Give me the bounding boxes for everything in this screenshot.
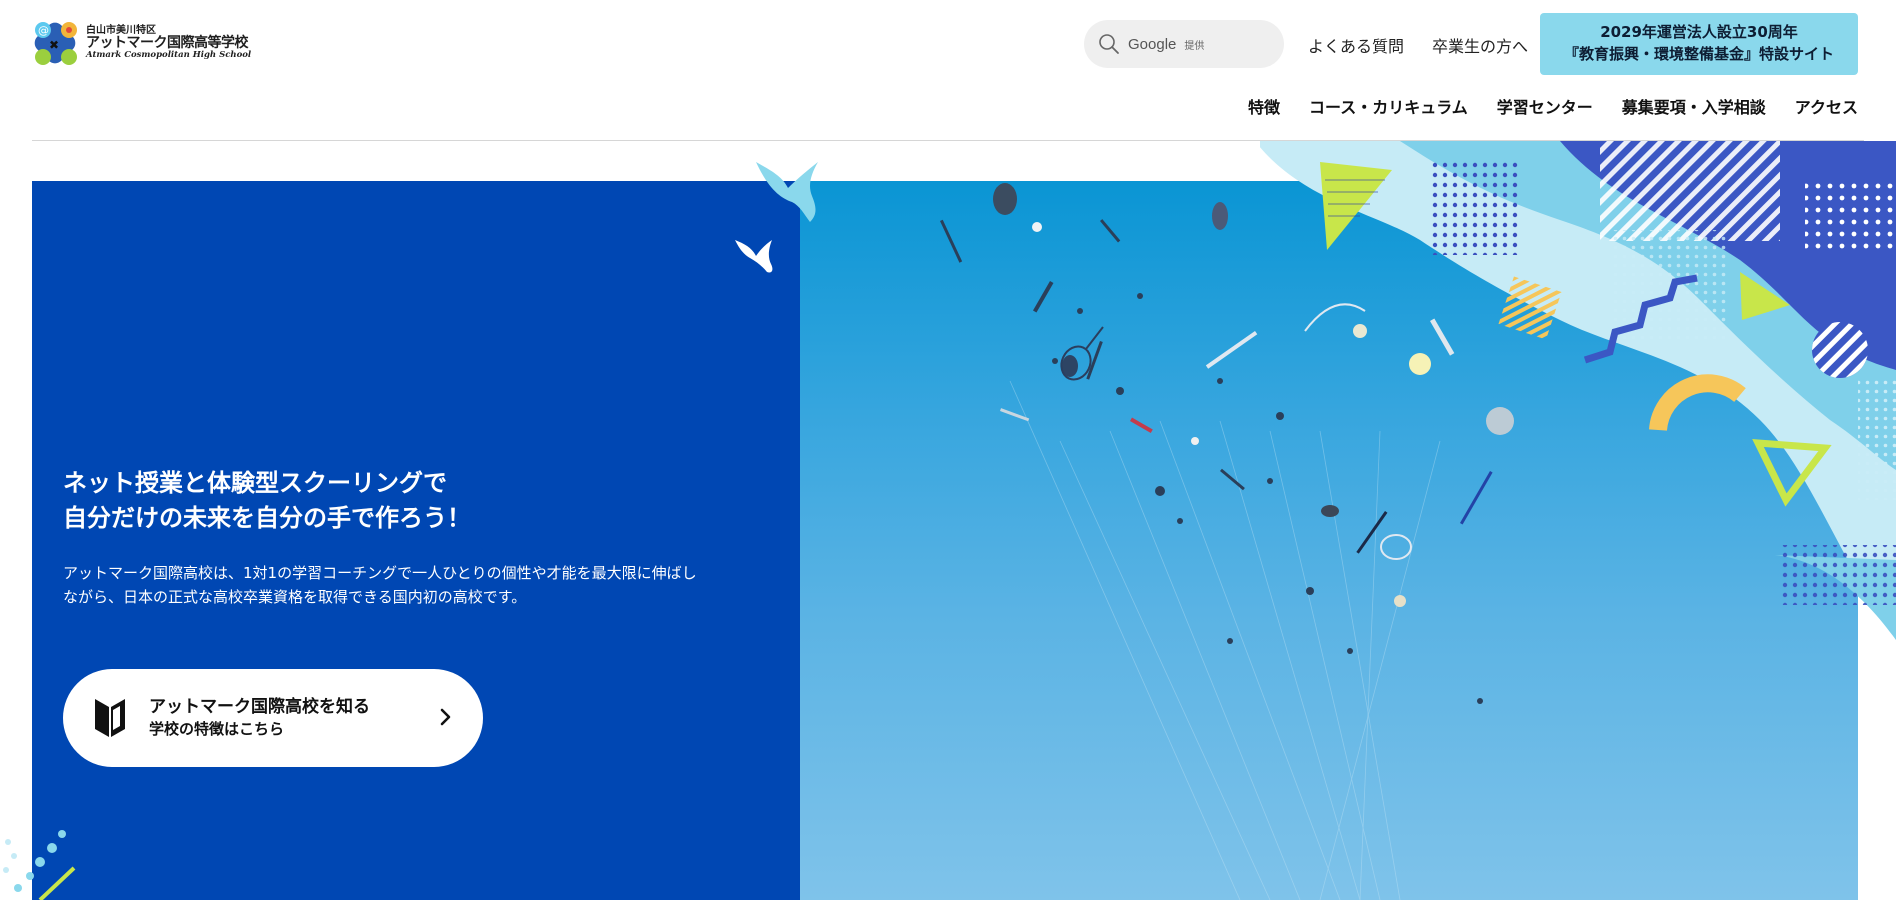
nav-learning-center[interactable]: 学習センター [1497,94,1593,118]
hero-description-line1: アットマーク国際高校は、1対1の学習コーチングで一人ひとりの個性や才能を最大限に… [63,564,697,582]
global-nav: 特徴 コース・カリキュラム 学習センター 募集要項・入学相談 アクセス [1248,94,1858,118]
header-divider [32,140,1864,141]
beginner-mark-icon [95,699,125,737]
anniversary-fund-button[interactable]: 2029年運営法人設立30周年 『教育振興・環境整備基金』特設サイト [1540,13,1858,75]
hero-headline-line2: 自分だけの未来を自分の手で作ろう！ [63,503,471,532]
search-provider-brand: Google [1128,35,1177,53]
logo-english-name: Atmark Cosmopolitan High School [86,50,252,61]
learn-about-school-button[interactable]: アットマーク国際高校を知る 学校の特徴はこちら [63,669,483,767]
anniversary-fund-line2: 『教育振興・環境整備基金』特設サイト [1563,45,1834,63]
site-search-box[interactable]: Google 提供 [1084,20,1284,68]
faq-link[interactable]: よくある質問 [1308,33,1404,57]
cta-subtitle: 学校の特徴はこちら [149,720,285,739]
nav-course-curriculum[interactable]: コース・カリキュラム [1309,94,1468,118]
logo-school-name: アットマーク国際高等学校 [86,35,249,52]
search-provided-label: 提供 [1184,40,1205,52]
hero-image [800,181,1858,900]
svg-text:✖: ✖ [49,38,59,52]
hero-flying-items-illustration [939,183,1514,900]
svg-text:@: @ [38,24,49,37]
hero-headline: ネット授業と体験型スクーリングで 自分だけの未来を自分の手で作ろう！ [63,466,471,536]
alumni-link[interactable]: 卒業生の方へ [1432,33,1528,57]
hero-description-line2: ながら、日本の正式な高校卒業資格を取得できる国内初の高校です。 [63,588,527,607]
hero-headline-line1: ネット授業と体験型スクーリングで [63,469,447,497]
nav-admissions[interactable]: 募集要項・入学相談 [1622,94,1766,118]
chevron-right-icon [440,708,451,726]
nav-access[interactable]: アクセス [1795,94,1858,118]
nav-features[interactable]: 特徴 [1248,94,1280,118]
site-logo[interactable]: @ ✖ 白山市美川特区 アットマーク国際高等学校 Atmark Cosmopol… [32,20,251,66]
search-icon [1099,34,1119,54]
cta-title: アットマーク国際高校を知る [149,696,370,717]
hero-description: アットマーク国際高校は、1対1の学習コーチングで一人ひとりの個性や才能を最大限に… [63,561,783,610]
anniversary-fund-line1: 2029年運営法人設立30周年 [1600,23,1798,42]
logo-mark: @ ✖ [34,22,77,65]
hero-text-panel [32,181,800,900]
